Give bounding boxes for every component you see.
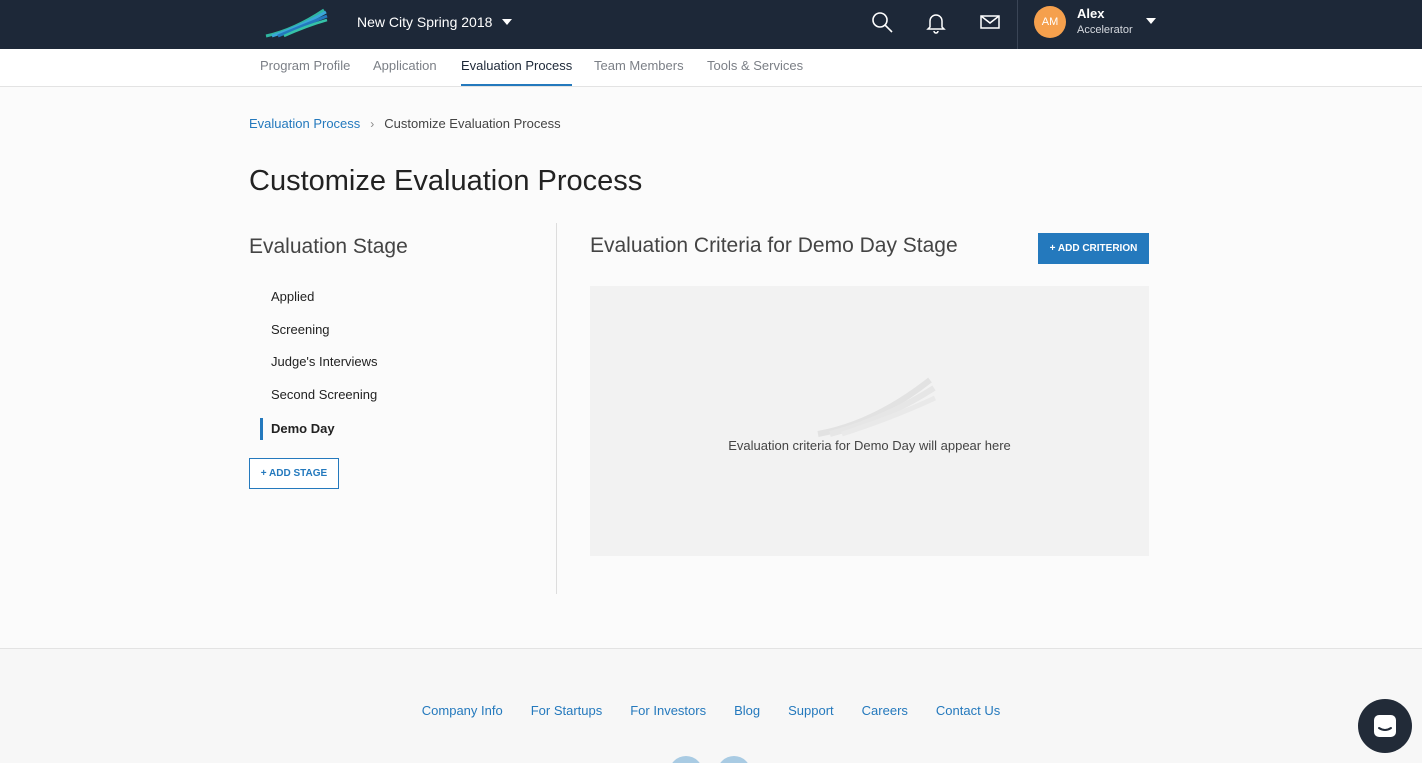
- social-icon[interactable]: [669, 756, 703, 763]
- footer-link-for-startups[interactable]: For Startups: [517, 703, 617, 718]
- tab-evaluation-process[interactable]: Evaluation Process: [461, 49, 573, 86]
- criteria-empty-state: Evaluation criteria for Demo Day will ap…: [590, 286, 1149, 556]
- logo-watermark-icon: [817, 377, 936, 437]
- mail-icon[interactable]: [978, 10, 1002, 34]
- top-bar: New City Spring 2018 AM Alex Accelerator: [0, 0, 1422, 49]
- stage-item-demo-day[interactable]: Demo Day: [260, 418, 540, 440]
- add-stage-button[interactable]: + ADD STAGE: [249, 458, 339, 489]
- tab-program-profile[interactable]: Program Profile: [260, 49, 350, 86]
- footer-link-blog[interactable]: Blog: [720, 703, 774, 718]
- stage-item-screening[interactable]: Screening: [260, 317, 540, 350]
- chat-icon: [1374, 715, 1396, 737]
- program-selector[interactable]: New City Spring 2018: [357, 12, 513, 32]
- tab-application[interactable]: Application: [373, 49, 437, 86]
- bell-icon[interactable]: [924, 10, 948, 34]
- footer-link-careers[interactable]: Careers: [848, 703, 922, 718]
- footer-link-contact-us[interactable]: Contact Us: [922, 703, 1014, 718]
- social-icon[interactable]: [717, 756, 751, 763]
- header-divider: [1017, 0, 1018, 49]
- footer-links: Company Info For Startups For Investors …: [0, 703, 1422, 718]
- stage-item-judges-interviews[interactable]: Judge's Interviews: [260, 349, 540, 382]
- tab-tools-services[interactable]: Tools & Services: [707, 49, 803, 86]
- stage-heading: Evaluation Stage: [249, 235, 408, 258]
- search-icon[interactable]: [870, 10, 894, 34]
- stage-item-applied[interactable]: Applied: [260, 284, 540, 317]
- footer-link-support[interactable]: Support: [774, 703, 848, 718]
- stage-list: Applied Screening Judge's Interviews Sec…: [260, 284, 540, 440]
- program-name: New City Spring 2018: [357, 14, 493, 30]
- user-menu-chevron-icon[interactable]: [1146, 18, 1156, 24]
- footer: Company Info For Startups For Investors …: [0, 648, 1422, 763]
- user-name[interactable]: Alex: [1077, 6, 1104, 21]
- sub-navigation: Program Profile Application Evaluation P…: [0, 49, 1422, 87]
- avatar[interactable]: AM: [1034, 6, 1066, 38]
- criteria-heading: Evaluation Criteria for Demo Day Stage: [590, 234, 958, 257]
- breadcrumb: Evaluation Process › Customize Evaluatio…: [249, 116, 561, 131]
- chat-launcher-button[interactable]: [1358, 699, 1412, 753]
- logo[interactable]: [264, 8, 328, 38]
- add-criterion-button[interactable]: + ADD CRITERION: [1038, 233, 1149, 264]
- stage-item-second-screening[interactable]: Second Screening: [260, 382, 540, 415]
- user-role: Accelerator: [1077, 24, 1133, 36]
- tab-team-members[interactable]: Team Members: [594, 49, 684, 86]
- page-title: Customize Evaluation Process: [249, 165, 643, 197]
- breadcrumb-parent-link[interactable]: Evaluation Process: [249, 116, 360, 131]
- footer-link-for-investors[interactable]: For Investors: [616, 703, 720, 718]
- column-divider: [556, 223, 557, 594]
- chevron-right-icon: ›: [370, 116, 375, 131]
- footer-link-company-info[interactable]: Company Info: [408, 703, 517, 718]
- breadcrumb-current: Customize Evaluation Process: [384, 116, 561, 131]
- chevron-down-icon: [502, 19, 513, 25]
- empty-state-message: Evaluation criteria for Demo Day will ap…: [728, 438, 1011, 453]
